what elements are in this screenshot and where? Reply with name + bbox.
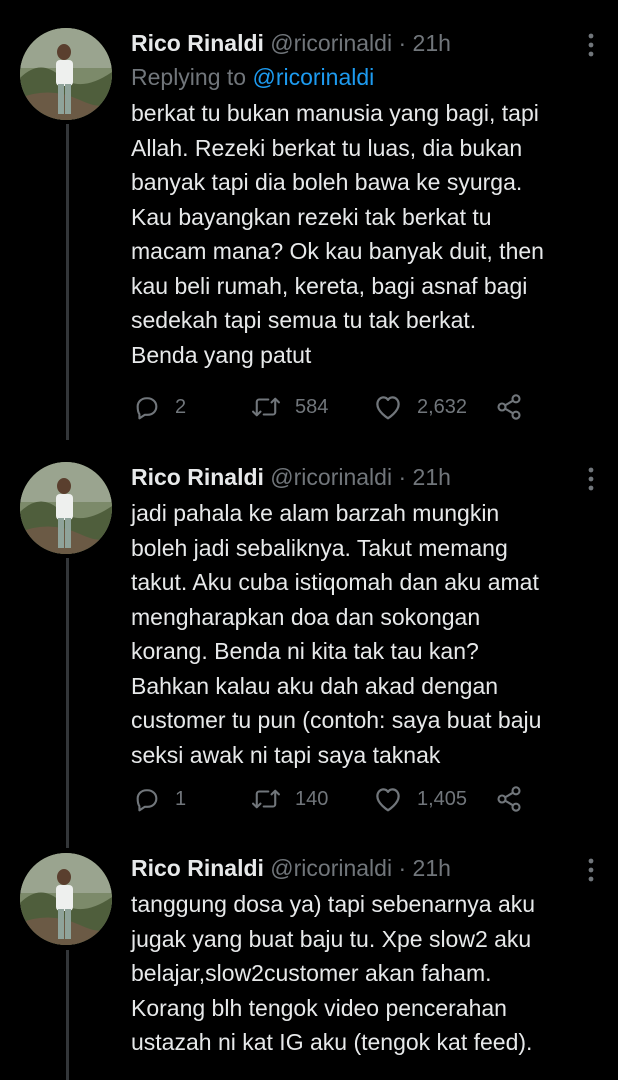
tweet-text-line: jugak yang buat baju tu. Xpe slow2 aku	[131, 925, 532, 952]
tweet-text: jadi pahala ke alam barzah mungkin boleh…	[131, 496, 578, 772]
author-name[interactable]: Rico Rinaldi	[131, 855, 264, 881]
tweet-text-line: macam mana? Ok kau banyak duit, then	[131, 238, 544, 264]
tweet-time[interactable]: 21h	[413, 30, 451, 56]
replying-prefix: Replying to	[131, 64, 253, 90]
author-handle[interactable]: @ricorinaldi	[270, 464, 392, 490]
tweet-time[interactable]: 21h	[413, 464, 451, 490]
avatar-photo	[20, 28, 112, 120]
retweet-count: 584	[295, 395, 329, 418]
share-icon	[495, 393, 523, 421]
tweet-text-line: kau beli rumah, kereta, bagi asnaf bagi	[131, 272, 528, 299]
avatar[interactable]	[20, 853, 112, 945]
tweet-actions: 1 140 1,405	[131, 779, 551, 819]
reply-count: 2	[175, 395, 187, 418]
tweet-actions: 2 584 2,632	[131, 387, 551, 427]
avatar-photo	[20, 462, 112, 554]
tweet-text-line: sedekah tapi semua tu tak berkat.	[131, 307, 477, 333]
tweet-text-line: ustazah ni kat IG aku (tengok kat feed).	[131, 1029, 533, 1055]
tweet-text-line: Kau bayangkan rezeki tak berkat tu	[131, 203, 492, 230]
author-name[interactable]: Rico Rinaldi	[131, 464, 264, 490]
reply-icon	[133, 785, 161, 813]
tweet-text: berkat tu bukan manusia yang bagi, tapi …	[131, 96, 578, 372]
separator-dot: ·	[398, 855, 407, 881]
tweet-text-line: takut. Aku cuba istiqomah dan aku amat	[131, 569, 539, 595]
like-count: 2,632	[417, 395, 468, 418]
avatar[interactable]	[20, 462, 112, 554]
reply-button[interactable]: 2	[133, 387, 186, 427]
tweet-text-line: seksi awak ni tapi saya taknak	[131, 741, 441, 768]
more-vertical-icon[interactable]	[586, 30, 596, 60]
author-handle[interactable]: @ricorinaldi	[270, 855, 392, 881]
tweet-text-line: belajar,slow2customer akan faham.	[131, 960, 492, 986]
like-button[interactable]: 2,632	[373, 387, 467, 427]
retweet-button[interactable]: 584	[251, 387, 328, 427]
tweet-header: Rico Rinaldi @ricorinaldi · 21h	[131, 28, 578, 58]
like-button[interactable]: 1,405	[373, 779, 467, 819]
tweet-text: tanggung dosa ya) tapi sebenarnya aku ju…	[131, 887, 578, 1060]
more-vertical-icon[interactable]	[586, 464, 596, 494]
tweet-text-line: Bahkan kalau aku dah akad dengan	[131, 672, 499, 699]
tweet-text-line: Allah. Rezeki berkat tu luas, dia bukan	[131, 134, 523, 161]
tweet-text-line: boleh jadi sebaliknya. Takut memang	[131, 534, 508, 561]
avatar-photo	[20, 853, 112, 945]
heart-icon	[373, 785, 403, 813]
tweet-content: Rico Rinaldi @ricorinaldi · 21h jadi pah…	[131, 462, 578, 772]
tweet-text-line: customer tu pun (contoh: saya buat baju	[131, 707, 542, 733]
author-name[interactable]: Rico Rinaldi	[131, 30, 264, 56]
tweet[interactable]: Rico Rinaldi @ricorinaldi · 21h Replying…	[0, 28, 618, 428]
tweet[interactable]: Rico Rinaldi @ricorinaldi · 21h jadi pah…	[0, 462, 618, 842]
tweet-content: Rico Rinaldi @ricorinaldi · 21h Replying…	[131, 28, 578, 372]
tweet-text-line: tanggung dosa ya) tapi sebenarnya aku	[131, 891, 536, 917]
tweet[interactable]: Rico Rinaldi @ricorinaldi · 21h tanggung…	[0, 853, 618, 1080]
replying-to: Replying to @ricorinaldi	[131, 62, 578, 92]
tweet-header: Rico Rinaldi @ricorinaldi · 21h	[131, 462, 578, 492]
author-handle[interactable]: @ricorinaldi	[270, 30, 392, 56]
tweet-text-line: berkat tu bukan manusia yang bagi, tapi	[131, 100, 539, 126]
avatar[interactable]	[20, 28, 112, 120]
share-button[interactable]	[495, 387, 523, 427]
tweet-time[interactable]: 21h	[413, 855, 451, 881]
tweet-text-line: Korang blh tengok video pencerahan	[131, 994, 507, 1021]
tweet-content: Rico Rinaldi @ricorinaldi · 21h tanggung…	[131, 853, 578, 1060]
retweet-icon	[251, 785, 281, 813]
retweet-count: 140	[295, 787, 329, 810]
heart-icon	[373, 393, 403, 421]
tweet-text-line: mengharapkan doa dan sokongan	[131, 603, 481, 630]
separator-dot: ·	[398, 30, 407, 56]
tweet-text-line: jadi pahala ke alam barzah mungkin	[131, 500, 500, 526]
tweet-text-line: banyak tapi dia boleh bawa ke syurga.	[131, 169, 523, 195]
tweet-header: Rico Rinaldi @ricorinaldi · 21h	[131, 853, 578, 883]
share-icon	[495, 785, 523, 813]
reply-count: 1	[175, 787, 187, 810]
separator-dot: ·	[398, 464, 407, 490]
reply-icon	[133, 393, 161, 421]
retweet-button[interactable]: 140	[251, 779, 328, 819]
replying-to-mention[interactable]: @ricorinaldi	[252, 64, 374, 90]
retweet-icon	[251, 393, 281, 421]
more-vertical-icon[interactable]	[586, 855, 596, 885]
tweet-text-line: Benda yang patut	[131, 341, 312, 368]
tweet-text-line: korang. Benda ni kita tak tau kan?	[131, 638, 479, 664]
share-button[interactable]	[495, 779, 523, 819]
like-count: 1,405	[417, 787, 468, 810]
reply-button[interactable]: 1	[133, 779, 186, 819]
